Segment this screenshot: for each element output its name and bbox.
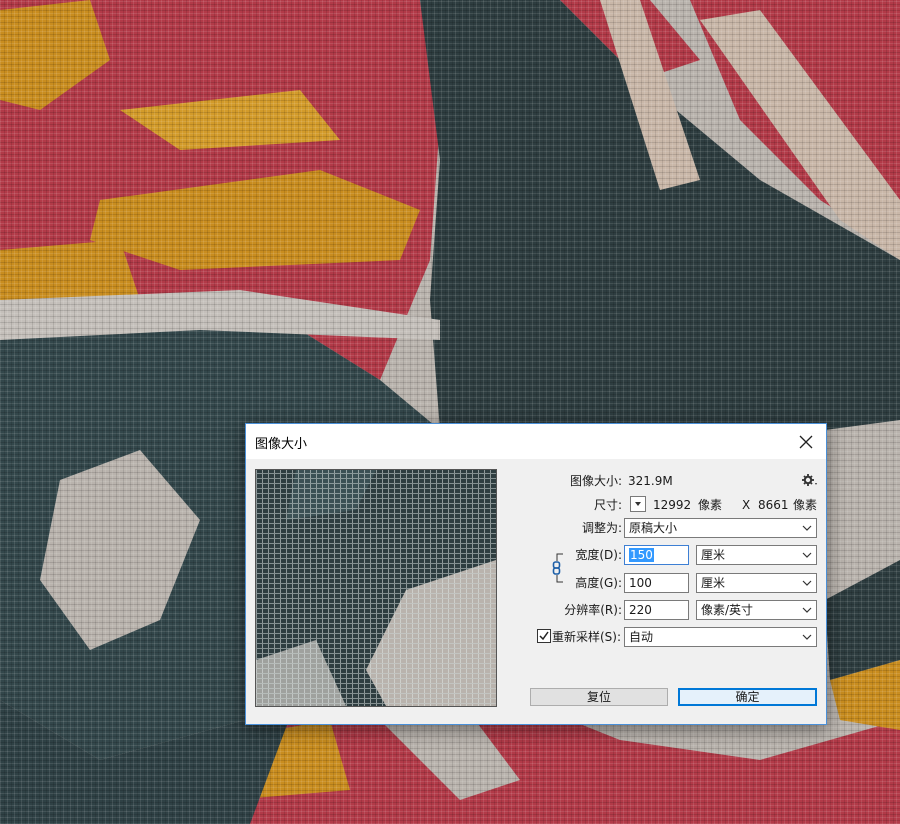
- height-unit-select[interactable]: 厘米: [696, 573, 817, 593]
- ok-button[interactable]: 确定: [678, 688, 817, 706]
- dialog-title: 图像大小: [255, 437, 308, 452]
- gear-icon: [802, 474, 817, 486]
- chevron-down-icon: [802, 552, 812, 558]
- dimensions-label: 尺寸:: [593, 498, 622, 512]
- reset-button[interactable]: 复位: [530, 688, 668, 706]
- height-unit: 厘米: [701, 576, 726, 590]
- dimensions-x: X: [742, 498, 751, 512]
- close-icon: [799, 435, 813, 448]
- image-size-value: 321.9M: [628, 474, 673, 488]
- image-size-dialog: 图像大小 图像大小: 321.9M 尺寸: 12992 像素 X 8661 像素…: [245, 423, 827, 725]
- resample-label: 重新采样(S):: [552, 630, 622, 644]
- chevron-down-icon: [635, 502, 641, 506]
- resolution-unit-select[interactable]: 像素/英寸: [696, 600, 817, 620]
- resolution-unit: 像素/英寸: [701, 603, 754, 617]
- dimensions-height: 8661: [758, 498, 789, 512]
- width-unit: 厘米: [701, 548, 726, 562]
- resolution-input[interactable]: 220: [624, 600, 689, 620]
- fit-to-label: 调整为:: [581, 521, 622, 535]
- resolution-label: 分辨率(R):: [564, 603, 622, 617]
- width-value: 150: [629, 548, 654, 562]
- settings-gear-button[interactable]: [801, 472, 819, 490]
- width-input[interactable]: 150: [624, 545, 689, 565]
- dimensions-width: 12992: [653, 498, 692, 512]
- width-unit-select[interactable]: 厘米: [696, 545, 817, 565]
- chevron-down-icon: [802, 634, 812, 640]
- width-label: 宽度(D):: [575, 548, 622, 562]
- close-button[interactable]: [786, 424, 826, 459]
- dimensions-unit-b: 像素: [793, 498, 818, 512]
- resample-checkbox[interactable]: [537, 629, 551, 643]
- resolution-value: 220: [629, 603, 652, 617]
- chevron-down-icon: [802, 580, 812, 586]
- fit-to-value: 原稿大小: [629, 521, 678, 535]
- image-size-label: 图像大小:: [569, 474, 622, 488]
- checkmark-icon: [539, 631, 549, 641]
- height-value: 100: [629, 576, 652, 590]
- dimensions-unit-dropdown[interactable]: [630, 496, 646, 512]
- resample-value: 自动: [629, 630, 654, 644]
- height-label: 高度(G):: [575, 576, 622, 590]
- dialog-titlebar[interactable]: 图像大小: [246, 424, 826, 459]
- dimensions-unit-a: 像素: [698, 498, 723, 512]
- chevron-down-icon: [802, 607, 812, 613]
- image-preview[interactable]: [255, 469, 497, 707]
- resample-select[interactable]: 自动: [624, 627, 817, 647]
- height-input[interactable]: 100: [624, 573, 689, 593]
- fit-to-select[interactable]: 原稿大小: [624, 518, 817, 538]
- preview-image: [256, 470, 496, 706]
- chevron-down-icon: [802, 525, 812, 531]
